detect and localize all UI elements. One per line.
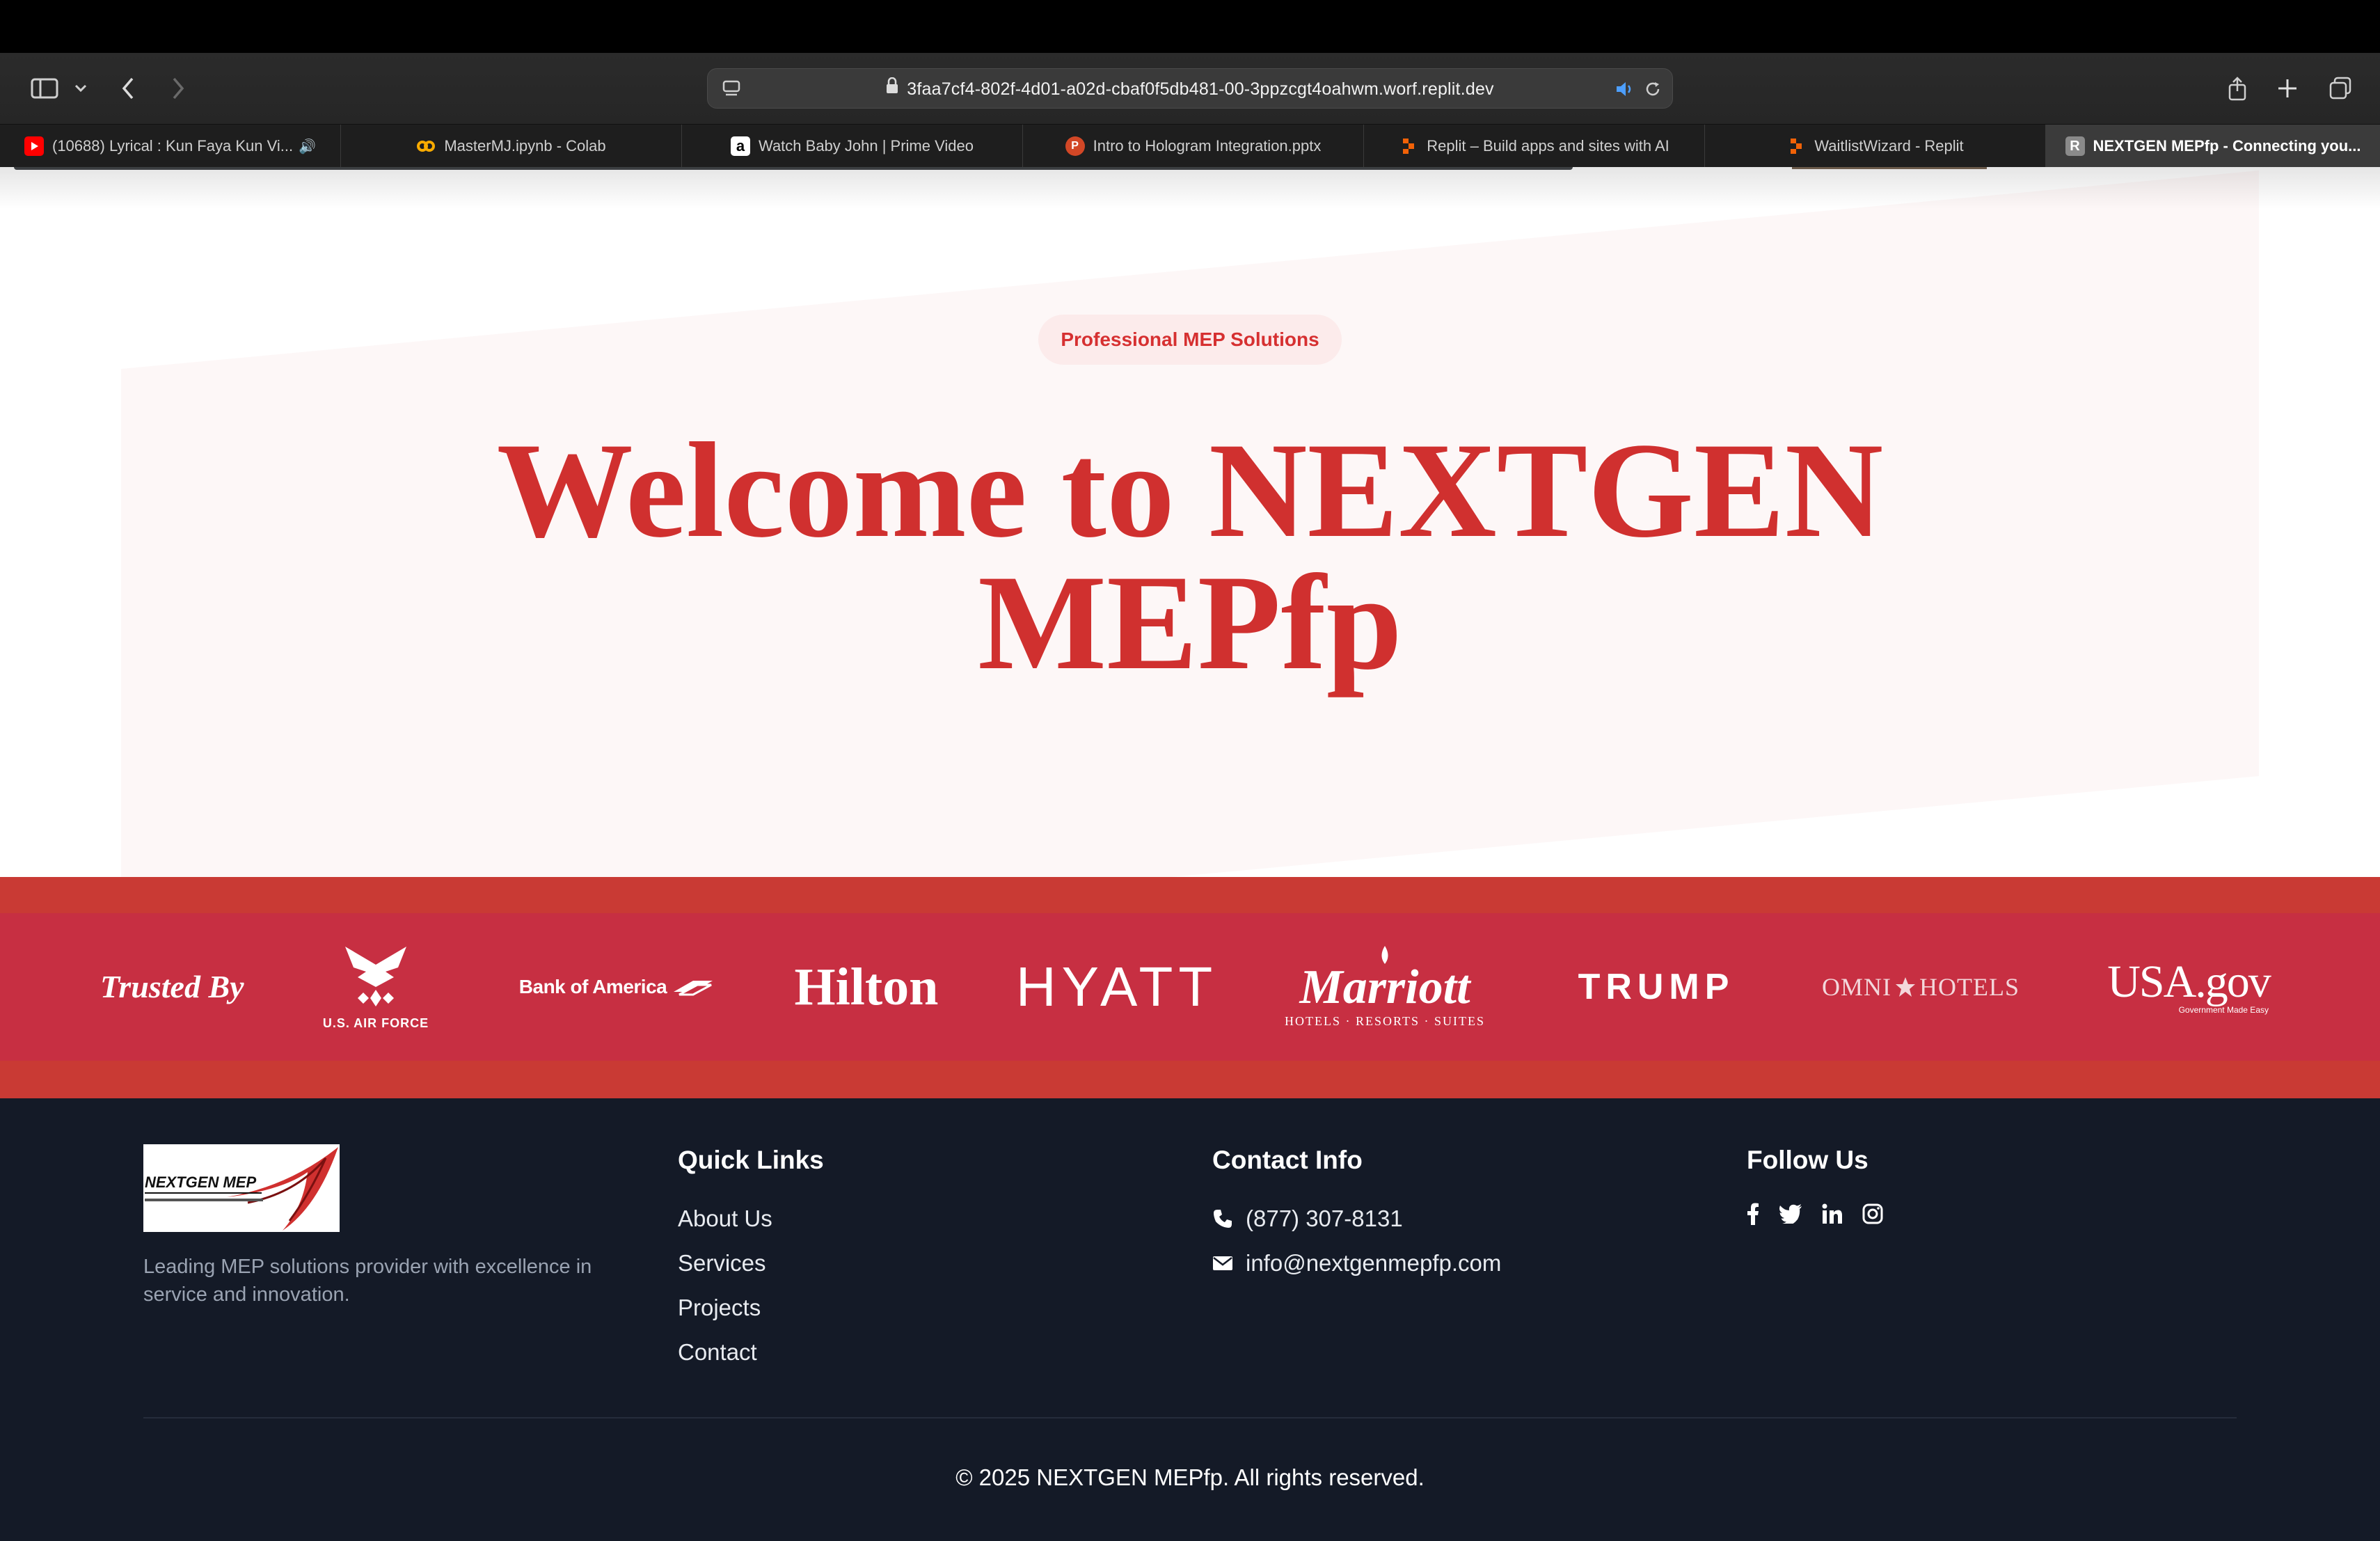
trusted-by-band: Trusted By U.S. AIR FORCE Bank of Americ… [0, 877, 2380, 1098]
tab-powerpoint[interactable]: P Intro to Hologram Integration.pptx [1023, 125, 1364, 168]
tab-colab[interactable]: MasterMJ.ipynb - Colab [341, 125, 682, 168]
replit-icon [1399, 136, 1418, 156]
site-footer: NEXTGEN MEP Leading MEP solutions provid… [0, 1098, 2380, 1541]
social-links [1747, 1203, 1903, 1225]
bank-of-america-flag-icon [674, 981, 713, 996]
audio-playing-icon[interactable]: 🔊 [299, 138, 316, 155]
trusted-by-label: Trusted By [100, 969, 244, 1004]
tab-prime-video[interactable]: a Watch Baby John | Prime Video [682, 125, 1023, 168]
header-image-strip [14, 167, 1573, 170]
browser-toolbar: 3faa7cf4-802f-4d01-a02d-cbaf0f5db481-00-… [0, 53, 2380, 124]
tab-youtube[interactable]: (10688) Lyrical : Kun Faya Kun Vi... 🔊 [0, 125, 341, 168]
footer-link-contact[interactable]: Contact [678, 1339, 757, 1366]
r-icon: R [2065, 136, 2085, 156]
tab-overview-icon[interactable] [2324, 53, 2356, 124]
copyright-text: © 2025 NEXTGEN MEPfp. All rights reserve… [955, 1464, 1425, 1490]
colab-icon [416, 136, 436, 156]
amazon-icon: a [731, 136, 750, 156]
omni-star-icon [1896, 977, 1915, 997]
new-tab-icon[interactable] [2271, 53, 2303, 124]
hero-title: Welcome to NEXTGEN MEPfp [496, 415, 1884, 698]
hero-badge: Professional MEP Solutions [1038, 315, 1342, 365]
footer-description: Leading MEP solutions provider with exce… [143, 1256, 592, 1306]
bank-of-america-logo: Bank of America [512, 913, 721, 1061]
footer-logo[interactable]: NEXTGEN MEP [143, 1144, 340, 1232]
footer-link-services[interactable]: Services [678, 1250, 766, 1277]
back-icon[interactable] [114, 53, 142, 124]
header-image-strip [1792, 167, 1987, 169]
header-shadow [0, 167, 2380, 209]
sidebar-toggle-icon[interactable] [25, 53, 64, 124]
footer-phone[interactable]: (877) 307-8131 [1212, 1206, 1403, 1232]
hyatt-logo: HYATT [1015, 956, 1219, 1018]
air-force-logo: U.S. AIR FORCE [306, 913, 445, 1061]
linkedin-icon[interactable] [1822, 1203, 1843, 1224]
speaker-icon[interactable] [1612, 69, 1637, 109]
marriott-logo: Marriott HOTELS · RESORTS · SUITES [1280, 913, 1489, 1061]
hero-section: Professional MEP Solutions Welcome to NE… [0, 167, 2380, 877]
trusted-by-logos: Trusted By U.S. AIR FORCE Bank of Americ… [0, 913, 2380, 1061]
phone-icon [1214, 1210, 1232, 1228]
tab-waitlistwizard[interactable]: WaitlistWizard - Replit [1705, 125, 2046, 168]
youtube-icon [24, 136, 44, 156]
reload-icon[interactable] [1640, 69, 1665, 109]
footer-link-about[interactable]: About Us [678, 1206, 772, 1232]
tab-replit[interactable]: Replit – Build apps and sites with AI [1364, 125, 1705, 168]
follow-us-title: Follow Us [1747, 1146, 1869, 1174]
footer-logo-text: NEXTGEN MEP [145, 1173, 256, 1191]
forward-icon[interactable] [164, 53, 192, 124]
url-text: 3faa7cf4-802f-4d01-a02d-cbaf0f5db481-00-… [907, 79, 1494, 99]
share-icon[interactable] [2221, 53, 2253, 124]
omni-hotels-logo: OMNI HOTELS [1822, 973, 2020, 1001]
footer-email[interactable]: info@nextgenmepfp.com [1212, 1250, 1501, 1277]
facebook-icon[interactable] [1747, 1203, 1759, 1225]
tab-strip: (10688) Lyrical : Kun Faya Kun Vi... 🔊 M… [0, 124, 2380, 168]
os-menu-bar [0, 0, 2380, 53]
instagram-icon[interactable] [1862, 1203, 1883, 1224]
usa-gov-logo: USA.gov Government Made Easy [2107, 956, 2271, 1016]
powerpoint-icon: P [1065, 136, 1085, 156]
footer-link-projects[interactable]: Projects [678, 1295, 761, 1321]
tab-nextgen-active[interactable]: R NEXTGEN MEPfp - Connecting you... [2046, 125, 2380, 168]
footer-divider [143, 1417, 2237, 1418]
envelope-icon [1213, 1256, 1232, 1270]
contact-info-title: Contact Info [1212, 1146, 1363, 1174]
chevron-down-icon[interactable] [70, 53, 92, 124]
hilton-logo: Hilton [794, 957, 939, 1016]
address-bar[interactable]: 3faa7cf4-802f-4d01-a02d-cbaf0f5db481-00-… [707, 68, 1673, 109]
twitter-icon[interactable] [1779, 1204, 1802, 1224]
air-force-wings-icon [345, 946, 406, 1006]
lock-icon [886, 68, 898, 109]
quick-links-title: Quick Links [678, 1146, 824, 1174]
trump-logo: TRUMP [1578, 967, 1735, 1007]
replit-icon [1786, 136, 1806, 156]
